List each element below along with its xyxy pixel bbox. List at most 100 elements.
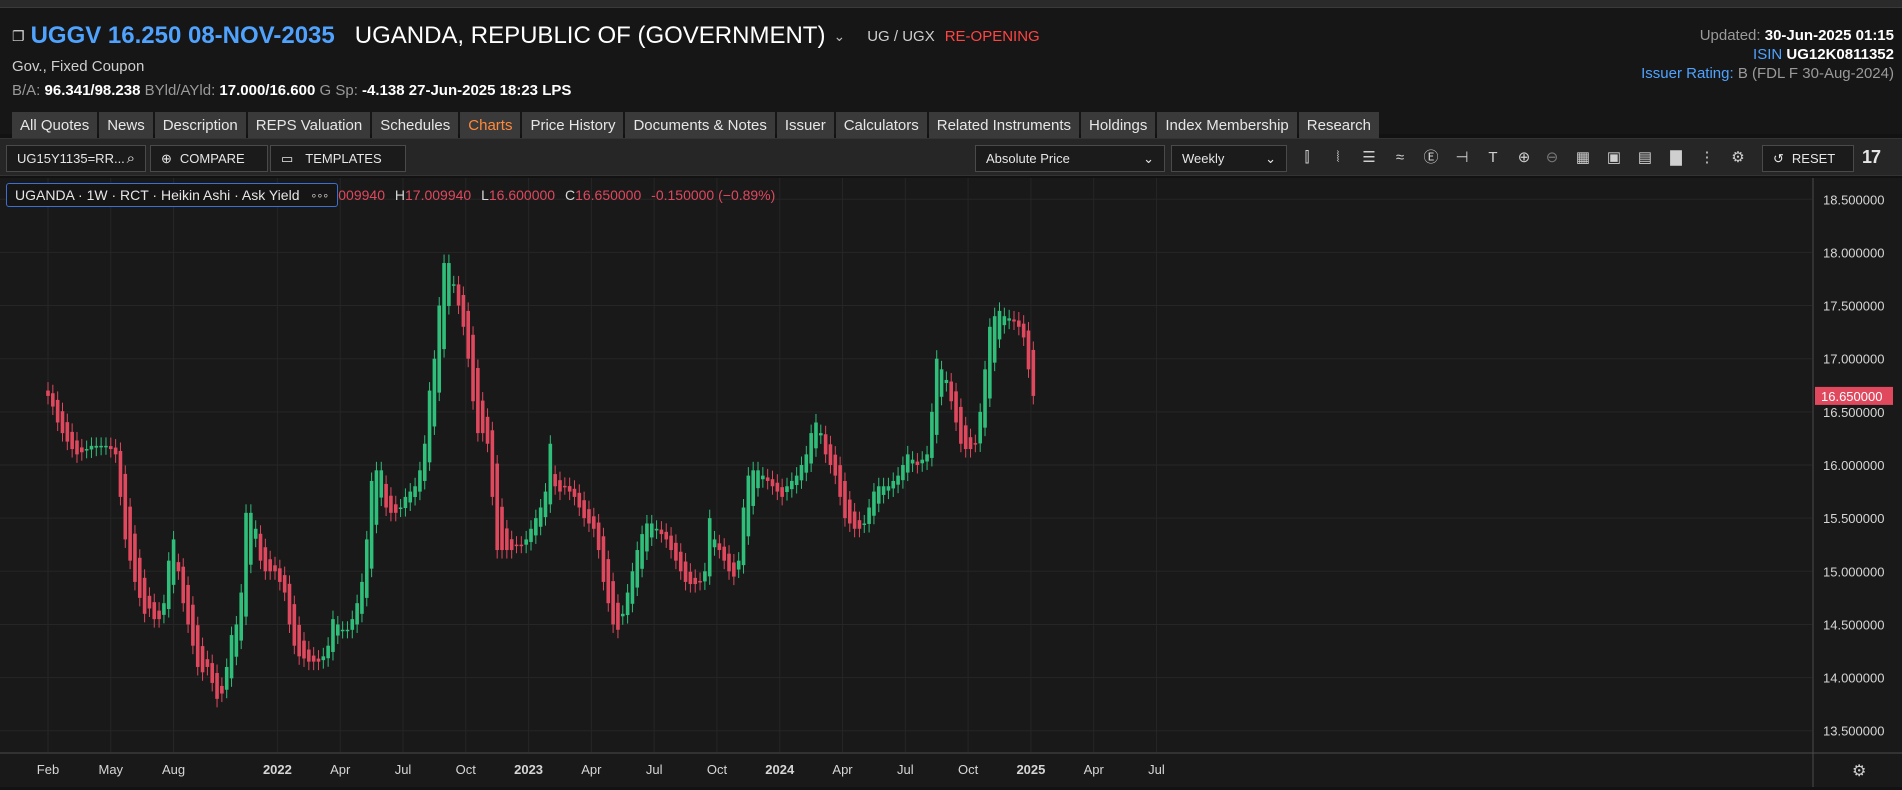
candle-body xyxy=(934,358,939,435)
candle-body xyxy=(500,506,504,551)
tab-research[interactable]: Research xyxy=(1298,112,1379,140)
candle-body xyxy=(910,459,915,464)
candle-body xyxy=(567,486,572,492)
more-vertical-icon[interactable]: ⋮ xyxy=(1696,147,1718,169)
candle-body xyxy=(1012,319,1016,322)
tab-reps-valuation[interactable]: REPS Valuation xyxy=(247,112,371,140)
bar-chart-icon[interactable]: ▇ xyxy=(1665,147,1687,169)
compare-label: COMPARE xyxy=(179,151,245,166)
x-tick-label: Oct xyxy=(707,762,728,777)
candle-body xyxy=(239,592,243,641)
chevron-down-icon[interactable]: ⌄ xyxy=(833,28,845,45)
tab-all-quotes[interactable]: All Quotes xyxy=(12,112,98,140)
ohlc-readout: 009940 H17.009940 L16.600000 C16.650000 … xyxy=(338,187,775,203)
candle-body xyxy=(978,411,982,444)
candle-body xyxy=(930,411,934,458)
candle-body xyxy=(872,491,876,516)
candle-body xyxy=(195,625,200,667)
candle-body xyxy=(558,480,562,492)
more-horizontal-icon[interactable]: ◦◦◦ xyxy=(311,187,329,203)
price-type-select[interactable]: Absolute Price ⌄ xyxy=(975,145,1165,172)
tradingview-logo: 17 xyxy=(1862,147,1881,167)
tab-index-membership[interactable]: Index Membership xyxy=(1157,112,1297,140)
candle-body xyxy=(669,535,673,551)
candle-body xyxy=(514,544,519,547)
interval-select[interactable]: Weekly ⌄ xyxy=(1171,145,1287,172)
candle-body xyxy=(963,425,968,450)
price-chart[interactable]: 13.500000 14.000000 14.500000 15.000000 15.5… xyxy=(0,178,1902,787)
candle-body xyxy=(591,516,596,529)
table-icon[interactable]: ▦ xyxy=(1572,147,1594,169)
gear-icon[interactable]: ⚙ xyxy=(1727,147,1749,169)
layout-icon[interactable]: ▣ xyxy=(1603,147,1625,169)
chart-area[interactable]: UGANDA · 1W · RCT · Heikin Ashi · Ask Yi… xyxy=(0,178,1902,787)
candle-body xyxy=(741,507,746,566)
candle-body xyxy=(722,546,726,561)
zoom-in-icon[interactable]: ⊕ xyxy=(1513,147,1535,169)
candle-body xyxy=(674,542,678,561)
ric-input[interactable]: UG15Y1135=RR... ⌕ xyxy=(6,145,146,172)
issuer-name[interactable]: UGANDA, REPUBLIC OF (GOVERNMENT) xyxy=(355,22,826,50)
wave-icon[interactable]: ≈ xyxy=(1389,147,1411,169)
candle-body xyxy=(142,577,147,614)
candle-body xyxy=(471,334,475,402)
candlestick-type-icon[interactable]: ⫿ xyxy=(1296,147,1318,169)
candle-body xyxy=(587,509,591,524)
tab-description[interactable]: Description xyxy=(154,112,246,140)
compare-button[interactable]: ⊕ COMPARE xyxy=(150,145,268,172)
text-tool-icon[interactable]: T xyxy=(1482,147,1504,169)
studies-icon[interactable]: ⦚ xyxy=(1327,147,1349,169)
candle-body xyxy=(968,437,973,450)
candle-body xyxy=(393,504,398,513)
candle-body xyxy=(1002,316,1007,326)
tab-schedules[interactable]: Schedules xyxy=(372,112,459,140)
quote-datetime: 27-Jun-2025 18:23 xyxy=(408,82,539,99)
tab-issuer[interactable]: Issuer xyxy=(776,112,834,140)
search-icon[interactable]: ⌕ xyxy=(127,150,135,167)
issuer-rating-label[interactable]: Issuer Rating: xyxy=(1641,65,1734,82)
popout-icon[interactable]: ❐ xyxy=(12,28,25,45)
interval-value: Weekly xyxy=(1182,151,1225,166)
tab-price-history[interactable]: Price History xyxy=(522,112,624,140)
templates-button[interactable]: ▭ TEMPLATES xyxy=(270,145,406,172)
candle-body xyxy=(200,646,205,673)
candle-body xyxy=(113,447,118,455)
ba-value: 96.341/98.238 xyxy=(44,82,141,99)
low-label: L xyxy=(481,187,489,203)
candle-body xyxy=(480,400,485,434)
candle-body xyxy=(630,571,635,604)
events-icon[interactable]: Ⓔ xyxy=(1420,147,1442,169)
x-tick-label: Jul xyxy=(897,762,914,777)
instrument-ticker[interactable]: UGGV 16.250 08-NOV-2035 xyxy=(31,22,335,50)
tab-news[interactable]: News xyxy=(99,112,153,140)
tab-bar: All Quotes News Description REPS Valuation S… xyxy=(12,112,1381,140)
candle-body xyxy=(746,475,751,537)
candle-body xyxy=(640,534,644,569)
axis-settings-icon[interactable]: ⚙ xyxy=(1852,763,1866,780)
candle-body xyxy=(775,482,780,492)
candle-body xyxy=(543,491,548,518)
tab-calculators[interactable]: Calculators xyxy=(835,112,927,140)
chevron-down-icon: ⌄ xyxy=(1265,150,1276,166)
tab-charts[interactable]: Charts xyxy=(460,112,521,140)
series-legend-box[interactable]: UGANDA · 1W · RCT · Heikin Ashi · Ask Yi… xyxy=(6,183,339,207)
candle-body xyxy=(901,465,905,481)
x-tick-label: Aug xyxy=(162,762,185,777)
tab-holdings[interactable]: Holdings xyxy=(1080,112,1156,140)
tab-documents-notes[interactable]: Documents & Notes xyxy=(625,112,775,140)
candle-body xyxy=(427,390,432,463)
candle-body xyxy=(925,454,929,462)
candle-body xyxy=(732,562,736,577)
tab-related-instruments[interactable]: Related Instruments xyxy=(928,112,1079,140)
candle-body xyxy=(534,518,538,536)
instrument-type: Gov., Fixed Coupon xyxy=(12,58,145,75)
layers-icon[interactable]: ☰ xyxy=(1358,147,1380,169)
news-icon[interactable]: ▤ xyxy=(1634,147,1656,169)
currency-pair: UG / UGX xyxy=(867,27,935,45)
reset-button[interactable]: ↺ RESET xyxy=(1762,145,1854,172)
isin-label: ISIN xyxy=(1753,46,1783,63)
measure-icon[interactable]: ⊣ xyxy=(1451,147,1473,169)
y-tick-label: 16.000000 xyxy=(1823,458,1884,473)
zoom-out-icon[interactable]: ⊖ xyxy=(1541,147,1563,169)
candle-body xyxy=(476,368,480,434)
